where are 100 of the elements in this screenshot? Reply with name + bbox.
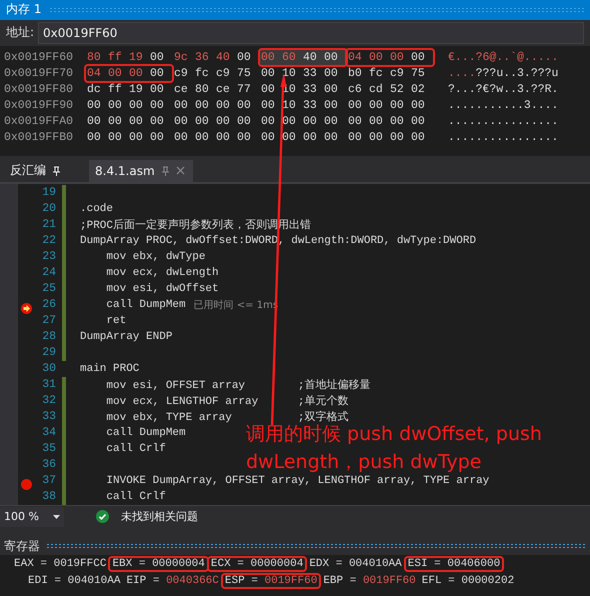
memory-byte: 00 bbox=[129, 115, 144, 128]
code-line: mov ecx, LENGTHOF array ;单元个数 bbox=[105, 394, 348, 408]
code-line: mov ebx, dwType bbox=[105, 250, 206, 263]
memory-byte: 00 bbox=[216, 115, 231, 128]
memory-byte: 00 bbox=[174, 99, 189, 112]
memory-ascii: .... bbox=[448, 67, 476, 80]
memory-address: 0x0019FF80 bbox=[4, 83, 74, 96]
memory-address: 0x0019FF70 bbox=[4, 67, 74, 80]
memory-byte: 00 bbox=[174, 131, 189, 144]
line-number: 38 bbox=[41, 490, 56, 504]
memory-byte: 00 bbox=[150, 115, 165, 128]
line-number: 21 bbox=[41, 218, 56, 232]
code-line: call Crlf bbox=[105, 490, 166, 503]
memory-address: 0x0019FF60 bbox=[4, 51, 74, 64]
memory-byte: 80 bbox=[87, 51, 102, 64]
line-number: 30 bbox=[41, 362, 56, 376]
breakpoint-icon[interactable] bbox=[21, 478, 32, 490]
line-number: 25 bbox=[41, 282, 56, 296]
memory-byte: 00 bbox=[150, 51, 165, 64]
memory-byte: 00 bbox=[129, 67, 144, 80]
code-line: .code bbox=[80, 202, 114, 215]
memory-byte: 52 bbox=[390, 83, 405, 96]
memory-byte: 19 bbox=[129, 83, 144, 96]
memory-byte: 77 bbox=[237, 83, 252, 96]
memory-byte: 00 bbox=[237, 115, 252, 128]
editor-tab[interactable]: 8.4.1.asm bbox=[89, 160, 193, 182]
memory-byte: 00 bbox=[237, 51, 252, 64]
memory-ascii: ................ bbox=[448, 131, 558, 144]
memory-byte: 00 bbox=[369, 99, 384, 112]
memory-byte: 00 bbox=[348, 99, 363, 112]
memory-byte: 02 bbox=[411, 83, 426, 96]
memory-byte: 00 bbox=[150, 83, 165, 96]
memory-byte: 00 bbox=[369, 131, 384, 144]
line-number: 20 bbox=[41, 202, 56, 216]
zoom-dropdown[interactable]: 100 % bbox=[0, 506, 64, 527]
memory-byte: b0 bbox=[348, 67, 363, 80]
memory-byte: cd bbox=[369, 83, 384, 96]
line-number: 34 bbox=[41, 426, 56, 440]
memory-address: 0x0019FFA0 bbox=[4, 115, 74, 128]
memory-byte: 00 bbox=[261, 115, 276, 128]
line-number: 23 bbox=[41, 250, 56, 264]
memory-byte: 00 bbox=[324, 51, 339, 64]
memory-byte: 00 bbox=[150, 131, 165, 144]
check-icon bbox=[96, 510, 109, 524]
memory-byte: 60 bbox=[282, 51, 297, 64]
memory-byte: 00 bbox=[108, 131, 123, 144]
memory-byte: 00 bbox=[108, 115, 123, 128]
code-line: call DumpMem bbox=[105, 298, 186, 311]
memory-byte: 40 bbox=[303, 51, 318, 64]
memory-byte: 00 bbox=[369, 115, 384, 128]
memory-byte: ce bbox=[174, 83, 189, 96]
editor-tab[interactable]: 反汇编 bbox=[4, 160, 69, 182]
memory-byte: 00 bbox=[282, 131, 297, 144]
code-line: DumpArray ENDP bbox=[80, 330, 172, 343]
panel-title: 寄存器 bbox=[4, 538, 40, 555]
memory-byte: 00 bbox=[390, 115, 405, 128]
address-field[interactable]: 0x0019FF60 bbox=[38, 22, 584, 44]
memory-byte: 75 bbox=[411, 67, 426, 80]
memory-byte: 00 bbox=[195, 131, 210, 144]
memory-byte: 00 bbox=[348, 115, 363, 128]
memory-byte: 00 bbox=[390, 51, 405, 64]
line-number: 32 bbox=[41, 394, 56, 408]
memory-byte: 33 bbox=[303, 99, 318, 112]
memory-byte: 9c bbox=[174, 51, 189, 64]
memory-byte: 00 bbox=[195, 99, 210, 112]
memory-byte: 00 bbox=[324, 99, 339, 112]
register-value: EIP = 0040366C bbox=[125, 574, 220, 587]
memory-byte: c9 bbox=[390, 67, 405, 80]
memory-byte: 00 bbox=[261, 131, 276, 144]
memory-address: 0x0019FF90 bbox=[4, 99, 74, 112]
register-value: ECX = 00000004 bbox=[208, 558, 306, 570]
memory-ascii: ...........3.... bbox=[448, 99, 558, 112]
register-value: EDX = 004010AA bbox=[308, 558, 403, 570]
memory-byte: 36 bbox=[195, 51, 210, 64]
caret-icon bbox=[53, 514, 60, 519]
memory-byte: 00 bbox=[303, 115, 318, 128]
code-line: main PROC bbox=[80, 362, 140, 375]
memory-byte: fc bbox=[195, 67, 210, 80]
line-number: 33 bbox=[41, 410, 56, 424]
memory-byte: dc bbox=[87, 83, 102, 96]
line-number: 22 bbox=[41, 234, 56, 248]
memory-byte: 00 bbox=[87, 115, 102, 128]
memory-byte: 00 bbox=[261, 99, 276, 112]
memory-byte: 00 bbox=[411, 115, 426, 128]
line-number: 24 bbox=[41, 266, 56, 280]
memory-byte: ce bbox=[216, 83, 231, 96]
line-number: 29 bbox=[41, 346, 56, 360]
register-value: EFL = 00000202 bbox=[420, 574, 516, 587]
register-value: EBP = 0019FF60 bbox=[322, 574, 417, 587]
code-line: ;PROC后面一定要声明参数列表，否则调用出错 bbox=[80, 218, 312, 232]
code-line: call Crlf bbox=[105, 442, 166, 455]
memory-byte: 00 bbox=[174, 115, 189, 128]
memory-byte: 00 bbox=[324, 115, 339, 128]
memory-byte: 00 bbox=[348, 131, 363, 144]
line-number: 26 bbox=[41, 298, 56, 312]
memory-ascii: €...?6@..`@..... bbox=[448, 51, 558, 64]
code-line: mov esi, OFFSET array ;首地址偏移量 bbox=[105, 378, 370, 392]
code-line: INVOKE DumpArray, OFFSET array, LENGTHOF array, TYPE array bbox=[105, 474, 490, 487]
memory-byte: 00 bbox=[411, 99, 426, 112]
close-icon[interactable] bbox=[176, 166, 185, 176]
